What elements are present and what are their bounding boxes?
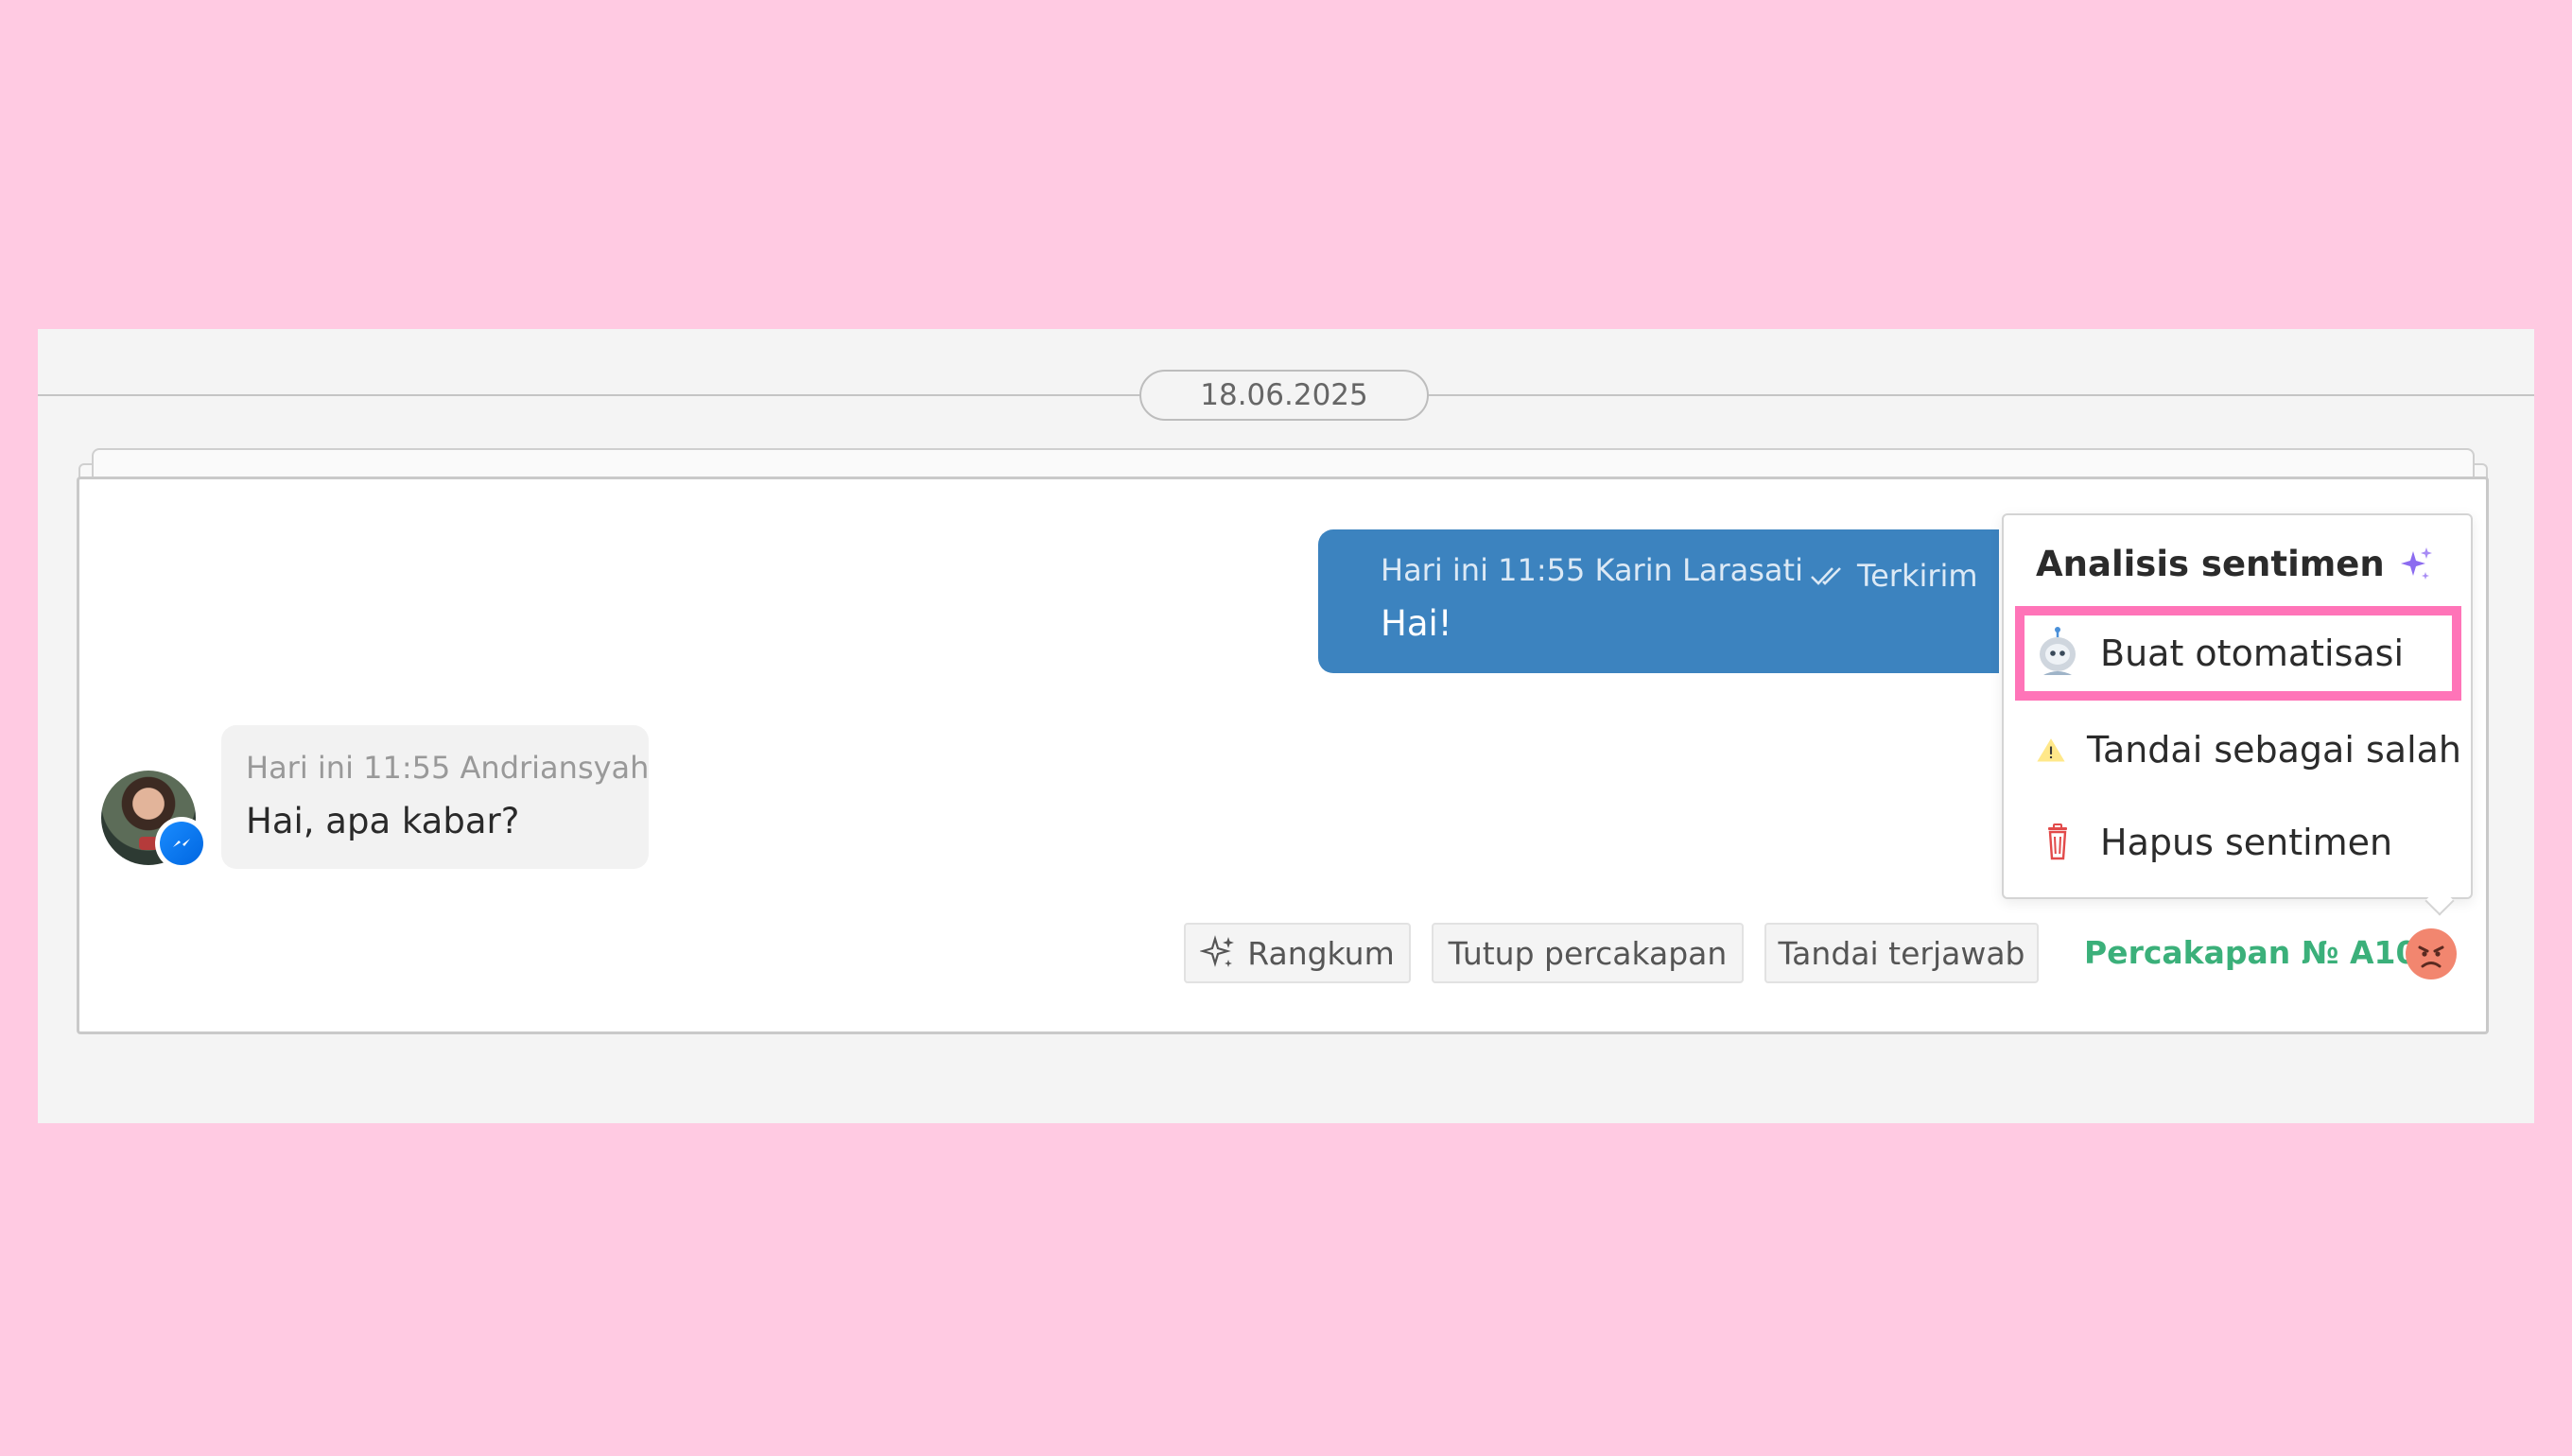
summarize-button[interactable]: Rangkum bbox=[1184, 923, 1411, 983]
close-conversation-button[interactable]: Tutup percakapan bbox=[1432, 923, 1744, 983]
delete-sentiment-item[interactable]: Hapus sentimen bbox=[2015, 795, 2461, 890]
mark-incorrect-item[interactable]: Tandai sebagai salah bbox=[2015, 702, 2461, 797]
sentiment-menu: Analisis sentimen Buat otomatisasi Tanda… bbox=[2002, 513, 2473, 916]
message-meta: Hari ini 11:55 Karin Larasati bbox=[1381, 552, 1803, 588]
outgoing-message[interactable]: Hari ini 11:55 Karin Larasati Terkirim H… bbox=[1318, 529, 1999, 673]
incoming-message[interactable]: Hari ini 11:55 Andriansyah Hai, apa kaba… bbox=[221, 725, 649, 869]
create-automation-label: Buat otomatisasi bbox=[2100, 633, 2405, 674]
sentiment-menu-title-text: Analisis sentimen bbox=[2036, 544, 2385, 584]
double-check-icon bbox=[1811, 567, 1841, 585]
message-text: Hai! bbox=[1381, 603, 1452, 644]
robot-icon bbox=[2040, 627, 2076, 675]
mark-incorrect-label: Tandai sebagai salah bbox=[2087, 729, 2461, 771]
messenger-icon bbox=[155, 817, 208, 870]
delivery-status-label: Terkirim bbox=[1857, 558, 1978, 594]
message-meta: Hari ini 11:55 Andriansyah bbox=[246, 750, 650, 786]
ai-sparkle-icon bbox=[2400, 546, 2432, 580]
delete-sentiment-label: Hapus sentimen bbox=[2100, 822, 2393, 863]
message-text: Hai, apa kabar? bbox=[246, 801, 520, 841]
sentiment-menu-title: Analisis sentimen bbox=[2036, 544, 2434, 584]
angry-face-icon[interactable] bbox=[2406, 928, 2457, 979]
conversation-number-link[interactable]: Percakapan № A100 bbox=[2084, 934, 2439, 971]
sparkle-icon bbox=[1200, 935, 1235, 967]
trash-icon bbox=[2048, 823, 2067, 860]
create-automation-item[interactable]: Buat otomatisasi bbox=[2015, 606, 2461, 701]
mark-answered-button[interactable]: Tandai terjawab bbox=[1764, 923, 2039, 983]
warning-icon bbox=[2037, 738, 2065, 762]
date-separator: 18.06.2025 bbox=[1139, 370, 1429, 421]
delivery-status: Terkirim bbox=[1810, 558, 1978, 594]
summarize-label: Rangkum bbox=[1247, 934, 1395, 972]
